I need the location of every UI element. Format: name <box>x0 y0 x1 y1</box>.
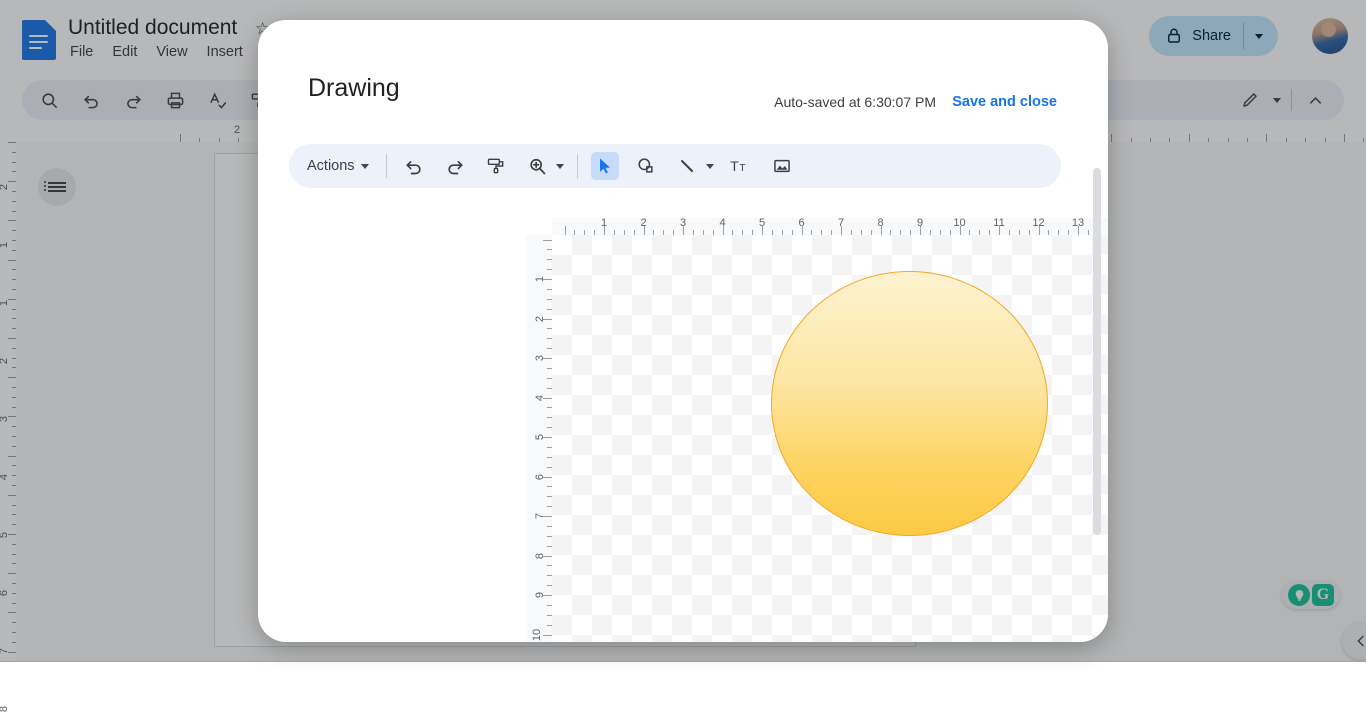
line-dropdown-caret-icon[interactable] <box>706 164 714 169</box>
ruler-label: 12 <box>1032 218 1044 229</box>
caret-down-icon <box>361 164 369 169</box>
image-tool-icon[interactable] <box>768 152 796 180</box>
select-tool-icon[interactable] <box>591 152 619 180</box>
svg-text:T: T <box>730 159 739 175</box>
ruler-label: 10 <box>953 218 965 229</box>
zoom-control-group <box>523 152 564 180</box>
ruler-label: 1 <box>601 218 607 229</box>
ruler-tick <box>543 635 552 636</box>
ruler-label: 2 <box>534 315 546 321</box>
ruler-label: 4 <box>534 394 546 400</box>
ruler-label: 8 <box>534 552 546 558</box>
toolbar-divider <box>577 154 578 178</box>
zoom-dropdown-caret-icon[interactable] <box>556 164 564 169</box>
dialog-scrollbar[interactable] <box>1093 168 1101 535</box>
actions-label: Actions <box>307 158 355 174</box>
ellipse-shape[interactable] <box>771 271 1048 536</box>
ruler-tick <box>543 240 552 241</box>
ruler-label: 3 <box>534 355 546 361</box>
dialog-title: Drawing <box>308 74 400 103</box>
ruler-label: 6 <box>798 218 804 229</box>
undo-icon[interactable] <box>400 152 428 180</box>
ruler-label: 5 <box>759 218 765 229</box>
redo-icon[interactable] <box>441 152 469 180</box>
zoom-icon[interactable] <box>523 152 551 180</box>
actions-menu-button[interactable]: Actions <box>303 158 373 174</box>
svg-text:T: T <box>739 163 745 174</box>
ruler-label: 8 <box>877 218 883 229</box>
drawing-dialog: Drawing Auto-saved at 6:30:07 PM Save an… <box>258 20 1108 642</box>
save-and-close-button[interactable]: Save and close <box>952 94 1057 110</box>
line-control-group <box>673 152 714 180</box>
ruler-label: 9 <box>917 218 923 229</box>
text-box-tool-icon[interactable]: T T <box>727 152 755 180</box>
ruler-label: 10 <box>531 628 543 640</box>
line-tool-icon[interactable] <box>673 152 701 180</box>
shape-tool-icon[interactable] <box>632 152 660 180</box>
ruler-label: 6 <box>534 473 546 479</box>
ruler-label: 5 <box>534 434 546 440</box>
ruler-label: 9 <box>534 592 546 598</box>
ruler-label: 13 <box>1072 218 1084 229</box>
ruler-tick <box>565 226 566 235</box>
ruler-label: 8 <box>0 706 10 712</box>
ruler-label: 1 <box>534 276 546 282</box>
ruler-label: 2 <box>640 218 646 229</box>
ruler-label: 11 <box>993 218 1004 229</box>
drawing-horizontal-ruler[interactable]: 12345678910111213141516171819 <box>552 218 1108 235</box>
ruler-label: 4 <box>719 218 725 229</box>
autosave-status: Auto-saved at 6:30:07 PM <box>774 94 936 110</box>
drawing-toolbar: Actions <box>289 144 1061 188</box>
drawing-vertical-ruler[interactable]: 1 2 3 4 5 6 7 8 9 10 <box>526 235 552 642</box>
ruler-label: 7 <box>838 218 844 229</box>
ruler-label: 3 <box>680 218 686 229</box>
toolbar-divider <box>386 154 387 178</box>
ruler-label: 7 <box>534 513 546 519</box>
drawing-canvas[interactable] <box>552 235 1108 642</box>
paint-format-icon[interactable] <box>482 152 510 180</box>
